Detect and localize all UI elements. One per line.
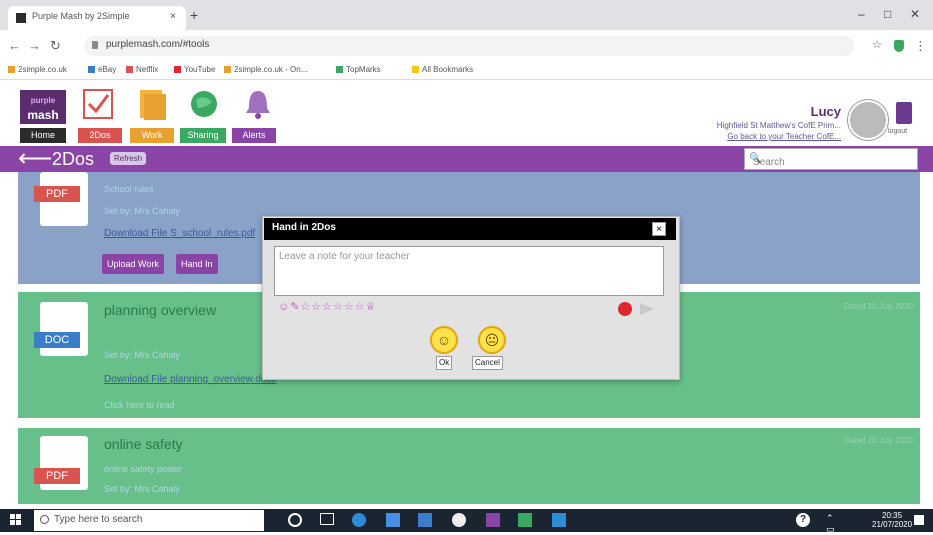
school-name: Highfield St Matthew's CofE Prim... <box>716 121 841 130</box>
reload-icon[interactable]: ↻ <box>50 38 61 54</box>
download-link[interactable]: Download File S_school_rules.pdf <box>104 228 264 239</box>
logout-label[interactable]: logout <box>888 128 907 135</box>
bookmark-item[interactable]: All Bookmarks <box>412 65 473 74</box>
bookmark-item[interactable]: 2simple.co.uk <box>8 65 67 74</box>
page-title: 2Dos <box>52 149 95 169</box>
bookmark-item[interactable]: 2simple.co.uk - On... <box>224 65 307 74</box>
search-input[interactable]: 🔍 Search <box>744 148 918 170</box>
nav-alerts[interactable]: Alerts <box>232 128 276 143</box>
download-link[interactable]: Download File planning_overview.docx <box>104 374 276 385</box>
system-tray-icons[interactable]: ⌃ ▭ <box>826 513 840 534</box>
refresh-button[interactable]: Refresh <box>110 152 147 165</box>
alerts-bell-icon[interactable] <box>240 86 276 122</box>
go-back-link[interactable]: Go back to your Teacher CofE... <box>727 132 841 141</box>
help-icon[interactable]: ? <box>796 513 810 527</box>
nav-2dos[interactable]: 2Dos <box>78 128 122 143</box>
notifications-icon[interactable] <box>914 515 924 525</box>
back-arrow-icon[interactable]: ⟵ <box>18 146 52 172</box>
bookmark-item[interactable]: YouTube <box>174 65 215 74</box>
card-set-by: Set by: Mrs Cahaly <box>104 206 181 216</box>
bookmarks-bar: 2simple.co.uk eBay Netflix YouTube 2simp… <box>0 62 933 80</box>
task-view-icon[interactable] <box>320 513 334 525</box>
cancel-button[interactable]: Cancel <box>472 356 503 370</box>
work-folder-icon[interactable] <box>134 86 170 122</box>
lock-icon <box>92 41 98 49</box>
tab-close-icon[interactable]: × <box>170 11 176 22</box>
dialog-title: Hand in 2Dos <box>272 222 336 233</box>
pdf-file-icon[interactable]: PDF <box>34 172 88 226</box>
bookmark-item[interactable]: eBay <box>88 65 116 74</box>
card-extra[interactable]: Click here to read <box>104 400 175 410</box>
back-icon[interactable]: ← <box>8 38 21 53</box>
url-input[interactable]: purplemash.com/#tools <box>84 36 854 56</box>
todo-checklist-icon[interactable] <box>80 86 116 122</box>
minimize-icon[interactable]: – <box>858 7 865 21</box>
card-date: Dated 20 July 2020 <box>844 436 913 445</box>
card-subtitle: School rules <box>104 184 154 194</box>
bookmark-item[interactable]: Netflix <box>126 65 158 74</box>
nav-work[interactable]: Work <box>130 128 174 143</box>
app-icon[interactable] <box>486 513 500 527</box>
logout-door-icon[interactable] <box>896 102 912 124</box>
close-window-icon[interactable]: ✕ <box>910 7 920 21</box>
taskbar-search-input[interactable]: Type here to search <box>34 510 264 531</box>
url-text: purplemash.com/#tools <box>106 39 210 50</box>
maximize-icon[interactable]: □ <box>884 7 891 21</box>
cancel-smiley-icon[interactable]: 😐 <box>478 326 506 354</box>
dialog-close-button[interactable]: × <box>652 222 666 236</box>
search-placeholder: 🔍 Search <box>749 153 785 168</box>
record-icon[interactable] <box>618 302 632 316</box>
bookmark-star-icon[interactable]: ☆ <box>872 38 882 51</box>
windows-start-icon[interactable] <box>10 514 22 526</box>
browser-menu-icon[interactable]: ⋮ <box>914 38 927 54</box>
play-icon[interactable] <box>640 303 654 315</box>
doc-file-icon[interactable]: DOC <box>34 302 88 356</box>
ok-smiley-icon[interactable]: ☺ <box>430 326 458 354</box>
sharing-globe-icon[interactable] <box>186 86 222 122</box>
ok-button[interactable]: Ok <box>436 356 453 370</box>
sticker-picker[interactable]: ☺✎☆☆☆☆☆☆♕ <box>278 300 376 314</box>
hand-in-button[interactable]: Hand In <box>176 254 218 274</box>
avatar[interactable] <box>848 100 888 140</box>
card-title: online safety <box>104 436 183 452</box>
card-subtitle: online safety poster <box>104 464 183 474</box>
user-name: Lucy <box>810 104 841 119</box>
card-set-by: Set by: Mrs Cahaly <box>104 350 181 360</box>
mail-icon[interactable] <box>418 513 432 527</box>
search-icon <box>40 515 49 524</box>
edge-icon[interactable] <box>352 513 366 527</box>
card-set-by: Set by: Mrs Cahaly <box>104 484 181 494</box>
pdf-file-icon[interactable]: PDF <box>34 436 88 490</box>
tab-title: Purple Mash by 2Simple <box>32 11 130 21</box>
hand-in-dialog <box>262 216 680 380</box>
purple-mash-logo[interactable]: purple mash <box>20 90 66 124</box>
cortana-icon[interactable] <box>288 513 302 527</box>
nav-sharing[interactable]: Sharing <box>180 128 226 143</box>
chrome-icon[interactable] <box>452 513 466 527</box>
new-tab-button[interactable]: + <box>190 7 198 23</box>
store-icon[interactable] <box>386 513 400 527</box>
card-title: planning overview <box>104 302 217 318</box>
browser-tab[interactable]: Purple Mash by 2Simple × <box>8 6 186 30</box>
app-icon[interactable] <box>518 513 532 527</box>
favicon-icon <box>16 13 26 23</box>
card-date: Dated 20 July 2020 <box>844 302 913 311</box>
taskbar-clock[interactable]: 20:35 21/07/2020 <box>872 511 912 529</box>
extension-shield-icon[interactable] <box>894 40 904 52</box>
bookmark-item[interactable]: TopMarks <box>336 65 381 74</box>
teacher-note-input[interactable] <box>274 246 664 296</box>
nav-home[interactable]: Home <box>20 128 66 143</box>
forward-icon[interactable]: → <box>28 38 41 53</box>
app-icon[interactable] <box>552 513 566 527</box>
upload-work-button[interactable]: Upload Work <box>102 254 164 274</box>
